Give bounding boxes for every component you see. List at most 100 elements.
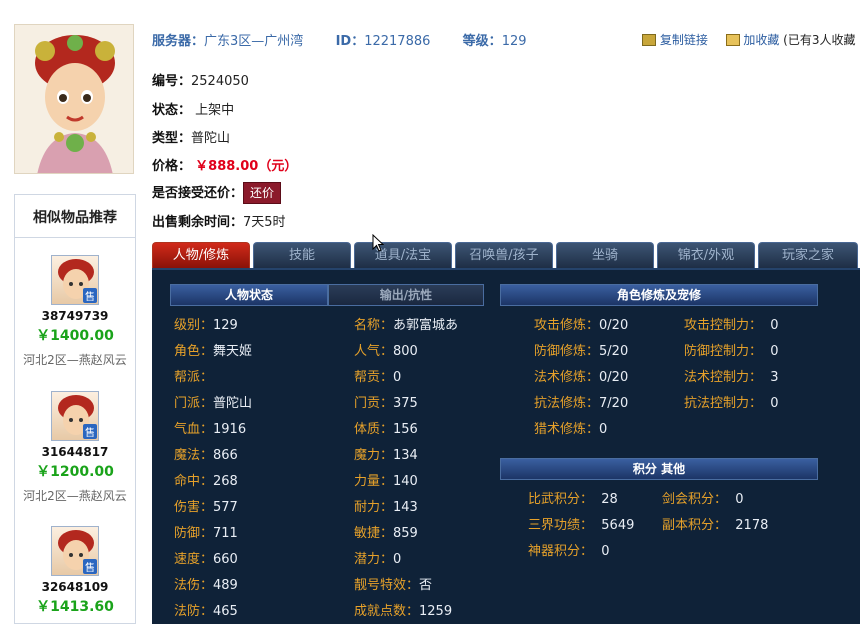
cultivation-row: 抗法修炼：7/20 [534,396,629,411]
stat-row: 帮贡：0 [354,370,402,385]
score-row: 三界功绩： 5649 [528,518,635,533]
tab-mounts[interactable]: 坐骑 [556,242,654,268]
recommend-item[interactable]: 售 38749739 ￥1400.00 河北2区—燕赵风云 [15,255,135,368]
cultivation-row: 法术修炼：0/20 [534,370,629,385]
stat-row: 法防：465 [174,604,238,619]
stat-row: 门派：普陀山 [174,396,253,411]
item-thumbnail[interactable]: 售 [51,391,99,441]
copy-link-icon [642,34,656,46]
favorite-icon [725,34,740,46]
score-row: 副本积分： 2178 [662,518,769,533]
sidebar-title: 相似物品推荐 [15,195,135,238]
copy-link-button[interactable]: 复制链接 [660,33,708,47]
stat-row: 气血：1916 [174,422,247,437]
recommend-item[interactable]: 售 31644817 ￥1200.00 河北2区—燕赵风云 [15,391,135,504]
favorite-button[interactable]: 加收藏 [743,33,779,47]
stat-row: 人气：800 [354,344,418,359]
bargain-button[interactable]: 还价 [243,182,282,204]
item-price: ￥1413.60 [36,599,114,615]
sale-badge: 售 [83,559,97,574]
id-label: ID： [335,34,365,49]
character-detail-panel: 人物状态 输出/抗性 角色修炼及宠修 积分 其他 级别：129 角色：舞天姬 帮… [152,268,860,624]
item-server: 河北2区—燕赵风云 [23,489,127,503]
score-row: 比武积分： 28 [528,492,618,507]
control-row: 抗法控制力： 0 [684,396,779,411]
stat-row: 靓号特效：否 [354,578,433,593]
item-id: 31644817 [41,445,109,459]
stat-row: 门贡：375 [354,396,418,411]
score-row: 剑会积分： 0 [662,492,744,507]
item-thumbnail[interactable]: 售 [51,526,99,576]
score-section-title: 积分 其他 [500,458,818,480]
level-label: 等级： [462,34,502,49]
stat-row: 帮派： [174,370,214,385]
stat-row: 敏捷：859 [354,526,418,541]
stat-row: 力量：140 [354,474,418,489]
level-value: 129 [501,34,527,49]
price-value: ￥888.00（元） [195,159,298,174]
item-id: 38749739 [41,309,109,323]
type-label: 类型： [152,131,192,146]
tab-character[interactable]: 人物/修炼 [152,242,250,268]
cultivation-row: 猎术修炼：0 [534,422,608,437]
cultivation-row: 防御修炼：5/20 [534,344,629,359]
subtab-output-resist[interactable]: 输出/抗性 [328,284,484,306]
recommend-item[interactable]: 售 32648109 ￥1413.60 [15,526,135,616]
status-row: 状态： 上架中 [152,99,234,118]
status-value: 上架中 [195,103,235,118]
tab-pets[interactable]: 召唤兽/孩子 [455,242,553,268]
bargain-row: 是否接受还价： 还价 [152,182,282,204]
sale-badge: 售 [83,288,97,303]
stat-row: 成就点数：1259 [354,604,453,619]
cultivation-row: 攻击修炼：0/20 [534,318,629,333]
server-value: 广东3区—广州湾 [204,34,304,49]
tab-items[interactable]: 道具/法宝 [354,242,452,268]
character-portrait [14,24,134,174]
remaining-row: 出售剩余时间：7天5时 [152,211,286,230]
price-label: 价格： [152,159,192,174]
type-row: 类型：普陀山 [152,127,230,146]
item-server: 河北2区—燕赵风云 [23,353,127,367]
bargain-label: 是否接受还价： [152,186,244,201]
sale-badge: 售 [83,424,97,439]
stat-row: 防御：711 [174,526,238,541]
cultivation-section-title: 角色修炼及宠修 [500,284,818,306]
stat-row: 魔法：866 [174,448,238,463]
mouse-cursor-icon [372,233,385,256]
item-thumbnail[interactable]: 售 [51,255,99,305]
remaining-value: 7天5时 [243,215,286,230]
stat-row: 名称：あ郭富城あ [354,318,459,333]
server-label: 服务器： [152,34,205,49]
number-row: 编号：2524050 [152,70,249,89]
subtab-status[interactable]: 人物状态 [170,284,328,306]
status-label: 状态： [152,103,192,118]
item-price: ￥1400.00 [36,328,114,344]
favorite-count: (已有3人收藏 [783,33,856,47]
score-row: 神器积分： 0 [528,544,610,559]
listing-header: 服务器：广东3区—广州湾 ID：12217886 等级：129 [152,30,527,49]
stat-row: 魔力：134 [354,448,418,463]
stat-row: 速度：660 [174,552,238,567]
control-row: 攻击控制力： 0 [684,318,779,333]
stat-row: 耐力：143 [354,500,418,515]
stat-row: 级别：129 [174,318,238,333]
stat-row: 伤害：577 [174,500,238,515]
stat-row: 潜力：0 [354,552,402,567]
remaining-label: 出售剩余时间： [152,215,244,230]
number-value: 2524050 [191,74,249,89]
price-row: 价格： ￥888.00（元） [152,155,297,174]
stat-row: 角色：舞天姬 [174,344,253,359]
tab-skills[interactable]: 技能 [253,242,351,268]
id-value: 12217886 [364,34,431,49]
similar-items-sidebar: 相似物品推荐 售 38749739 ￥1400.00 河北2区—燕赵风云 售 3… [14,194,136,624]
stat-row: 法伤：489 [174,578,238,593]
control-row: 防御控制力： 0 [684,344,779,359]
item-id: 32648109 [41,580,109,594]
stat-row: 体质：156 [354,422,418,437]
control-row: 法术控制力： 3 [684,370,779,385]
number-label: 编号： [152,74,192,89]
stat-row: 命中：268 [174,474,238,489]
tab-outfits[interactable]: 锦衣/外观 [657,242,755,268]
item-price: ￥1200.00 [36,464,114,480]
tab-home[interactable]: 玩家之家 [758,242,858,268]
